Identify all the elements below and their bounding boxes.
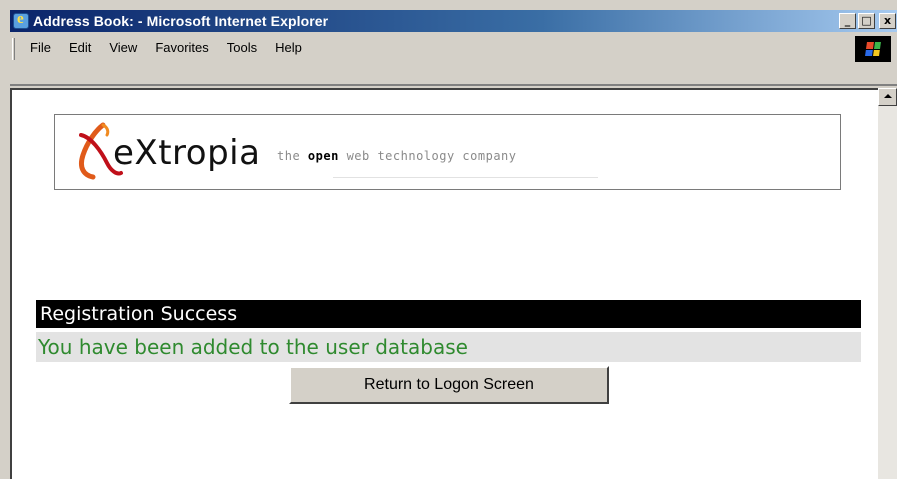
tagline-suffix: web technology company [346,149,517,163]
menu-items: File Edit View Favorites Tools Help [30,40,320,55]
tagline-prefix: the [277,149,301,163]
logo-tagline: the open web technology company [277,149,517,163]
vertical-scrollbar[interactable] [878,88,897,479]
logo-wordmark: eXtropia [113,133,261,173]
logo-banner: eXtropia the open web technology company [54,114,841,190]
tagline-open: open [307,149,339,163]
minimize-button[interactable]: _ [839,13,856,29]
menu-view[interactable]: View [109,40,137,55]
menu-edit[interactable]: Edit [69,40,91,55]
maximize-button[interactable]: □ [858,13,875,29]
menu-bar: File Edit View Favorites Tools Help [10,34,897,86]
page-viewport: eXtropia the open web technology company… [10,88,878,479]
windows-flag-icon [855,36,891,62]
menu-file[interactable]: File [30,40,51,55]
ie-icon[interactable] [13,11,29,29]
close-button[interactable]: x [879,13,896,29]
registration-success-header: Registration Success [36,300,861,328]
return-to-logon-button[interactable]: Return to Logon Screen [289,366,609,404]
toolbar-grip[interactable] [12,38,15,60]
arrow-up-icon[interactable] [878,88,897,106]
title-bar[interactable]: Address Book: - Microsoft Internet Explo… [10,10,897,32]
menu-tools[interactable]: Tools [227,40,257,55]
success-message: You have been added to the user database [36,332,861,362]
menu-help[interactable]: Help [275,40,302,55]
menu-favorites[interactable]: Favorites [155,40,208,55]
window-title: Address Book: - Microsoft Internet Explo… [33,13,329,29]
tagline-divider [333,177,598,178]
window-controls: _ □ x [839,13,896,29]
